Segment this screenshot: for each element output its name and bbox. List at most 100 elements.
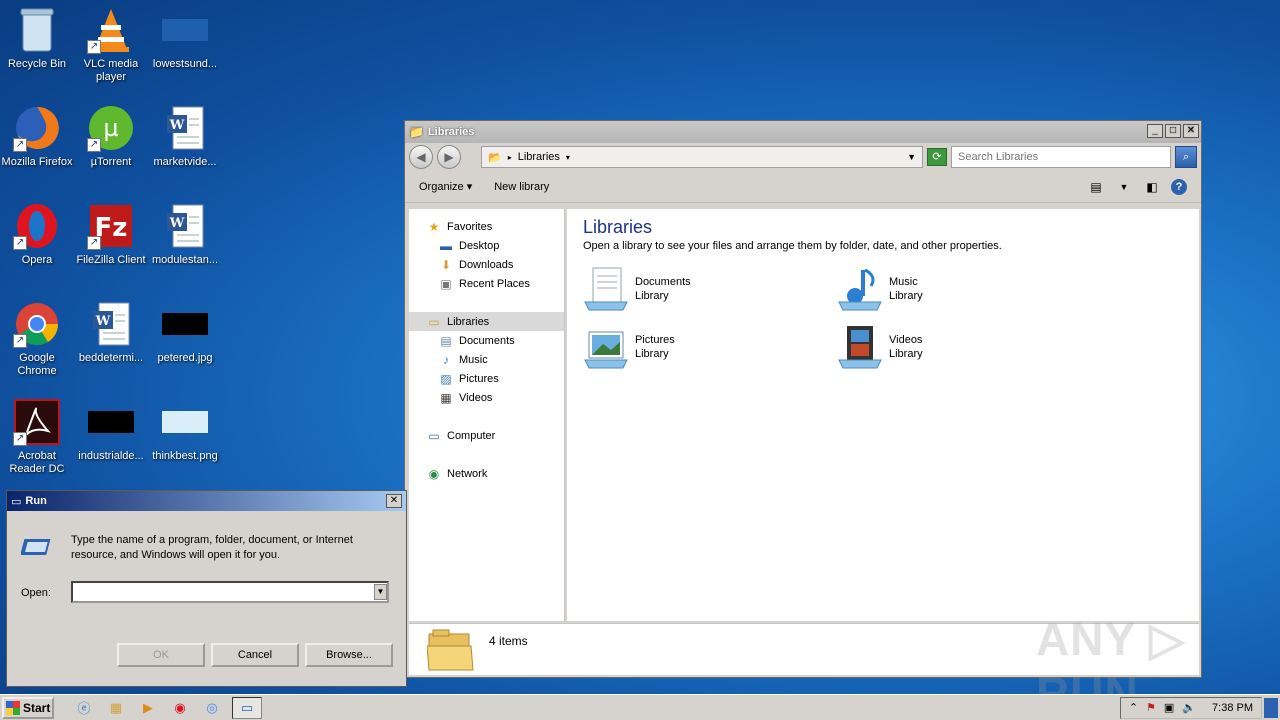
breadcrumb-arrow-icon[interactable]: ▸ bbox=[508, 153, 512, 162]
explorer-titlebar[interactable]: 📁 Libraries _ □ ✕ bbox=[405, 121, 1201, 143]
desktop-icon-chrome[interactable]: ↗ Google Chrome bbox=[0, 300, 74, 378]
desktop-icon-label: FileZilla Client bbox=[76, 254, 146, 266]
library-videos[interactable]: Videos Library bbox=[837, 324, 1091, 370]
run-titlebar[interactable]: ▭ Run bbox=[7, 491, 406, 511]
library-pictures[interactable]: Pictures Library bbox=[583, 324, 837, 370]
desktop-icon-marketvide[interactable]: W marketvide... bbox=[148, 104, 222, 169]
opera-taskbar-icon[interactable]: ◉ bbox=[168, 697, 192, 719]
breadcrumb-libraries[interactable]: Libraries bbox=[518, 151, 560, 163]
file-explorer-icon[interactable]: ▦ bbox=[104, 697, 128, 719]
network-tray-icon[interactable]: ▣ bbox=[1164, 701, 1174, 714]
command-bar: Organize ▾ New library ▤ ▼ ◧ ? bbox=[405, 171, 1201, 203]
desktop-icon-label: Opera bbox=[21, 254, 53, 266]
start-button[interactable]: Start bbox=[2, 696, 54, 719]
nav-music[interactable]: ♪ Music bbox=[409, 350, 564, 369]
library-name: Music bbox=[889, 276, 918, 288]
computer-icon: ▭ bbox=[428, 428, 440, 443]
nav-videos[interactable]: ▦ Videos bbox=[409, 388, 564, 407]
windows-logo-icon bbox=[6, 700, 20, 715]
change-view-icon[interactable]: ▤ bbox=[1087, 179, 1105, 195]
videos-library-icon bbox=[837, 324, 883, 370]
chrome-icon: ↗ bbox=[13, 300, 61, 348]
library-grid: Documents Library Music Library Pictures Li… bbox=[583, 266, 1183, 370]
vlc-icon: ↗ bbox=[87, 6, 135, 54]
nav-recent-places[interactable]: ▣ Recent Places bbox=[409, 274, 564, 293]
chevron-down-icon[interactable]: ▾ bbox=[566, 153, 570, 162]
desktop-icon-opera[interactable]: ↗ Opera bbox=[0, 202, 74, 267]
ok-button[interactable]: OK bbox=[117, 643, 205, 667]
clock[interactable]: 7:38 PM bbox=[1212, 702, 1253, 714]
explorer-window: 📁 Libraries _ □ ✕ ◀ ▶ 📂 ▸ Libraries ▾ ▼ … bbox=[404, 120, 1202, 678]
minimize-button[interactable]: _ bbox=[1147, 124, 1163, 138]
open-input[interactable] bbox=[71, 581, 389, 603]
nav-documents[interactable]: ▤ Documents bbox=[409, 331, 564, 350]
desktop-icon-filezilla[interactable]: Fz ↗ FileZilla Client bbox=[74, 202, 148, 267]
library-type: Library bbox=[889, 348, 923, 360]
page-title: Libraries bbox=[583, 217, 653, 237]
nav-libraries[interactable]: ▭ Libraries bbox=[409, 312, 564, 331]
acrobat-icon: ↗ bbox=[13, 398, 61, 446]
search-button[interactable]: ⌕ bbox=[1175, 146, 1197, 168]
desktop-icon-utorrent[interactable]: µ ↗ µTorrent bbox=[74, 104, 148, 169]
network-icon: ◉ bbox=[428, 466, 440, 481]
close-button[interactable]: ✕ bbox=[1183, 124, 1199, 138]
browse-button[interactable]: Browse... bbox=[305, 643, 393, 667]
nav-network[interactable]: ◉ Network bbox=[409, 464, 564, 483]
nav-pictures[interactable]: ▨ Pictures bbox=[409, 369, 564, 388]
show-hidden-icons-icon[interactable]: ⌃ bbox=[1129, 701, 1138, 714]
search-input[interactable] bbox=[951, 146, 1171, 168]
nav-desktop[interactable]: ▬ Desktop bbox=[409, 236, 564, 255]
desktop-icon-label: modulestan... bbox=[151, 254, 219, 266]
help-icon[interactable]: ? bbox=[1171, 178, 1187, 195]
back-button[interactable]: ◀ bbox=[409, 145, 433, 169]
word-doc-icon: W bbox=[87, 300, 135, 348]
desktop-icon-petered[interactable]: petered.jpg bbox=[148, 300, 222, 365]
desktop-icon-recycle-bin[interactable]: Recycle Bin bbox=[0, 6, 74, 71]
cancel-button[interactable]: Cancel bbox=[211, 643, 299, 667]
desktop-icon-beddetermi[interactable]: W beddetermi... bbox=[74, 300, 148, 365]
desktop-icon-label: marketvide... bbox=[153, 156, 217, 168]
chrome-taskbar-icon[interactable]: ◎ bbox=[200, 697, 224, 719]
desktop-icon-thinkbest[interactable]: thinkbest.png bbox=[148, 398, 222, 463]
image-file-icon bbox=[161, 398, 209, 446]
show-desktop-button[interactable] bbox=[1264, 697, 1278, 718]
image-file-icon bbox=[161, 6, 209, 54]
maximize-button[interactable]: □ bbox=[1165, 124, 1181, 138]
desktop-icon-firefox[interactable]: ↗ Mozilla Firefox bbox=[0, 104, 74, 169]
desktop-icon-acrobat[interactable]: ↗ Acrobat Reader DC bbox=[0, 398, 74, 476]
run-dialog: ▭ Run ✕ Type the name of a program, fold… bbox=[6, 490, 407, 687]
library-music[interactable]: Music Library bbox=[837, 266, 1091, 312]
address-dropdown-icon[interactable]: ▼ bbox=[907, 152, 916, 162]
run-close-button[interactable]: ✕ bbox=[386, 494, 402, 508]
desktop-icon-vlc[interactable]: ↗ VLC media player bbox=[74, 6, 148, 84]
desktop-icon-label: petered.jpg bbox=[157, 352, 213, 364]
desktop-icon-label: Recycle Bin bbox=[7, 58, 67, 70]
nav-downloads[interactable]: ⬇ Downloads bbox=[409, 255, 564, 274]
desktop-icon-modulestan[interactable]: W modulestan... bbox=[148, 202, 222, 267]
media-player-icon[interactable]: ▶ bbox=[136, 697, 160, 719]
volume-icon[interactable]: 🔈 bbox=[1182, 701, 1196, 714]
desktop-icon: ▬ bbox=[440, 238, 452, 253]
refresh-button[interactable]: ⟳ bbox=[927, 148, 947, 166]
organize-button[interactable]: Organize ▾ bbox=[419, 180, 472, 193]
word-doc-icon: W bbox=[161, 104, 209, 152]
library-type: Library bbox=[889, 290, 923, 302]
desktop-icon-industrialde[interactable]: industrialde... bbox=[74, 398, 148, 463]
utorrent-icon: µ ↗ bbox=[87, 104, 135, 152]
pictures-library-icon bbox=[583, 324, 629, 370]
action-center-flag-icon[interactable]: ⚑ bbox=[1146, 701, 1156, 714]
view-options-chevron-icon[interactable]: ▼ bbox=[1115, 179, 1133, 195]
nav-favorites[interactable]: ★ Favorites bbox=[409, 217, 564, 236]
address-bar[interactable]: 📂 ▸ Libraries ▾ ▼ bbox=[481, 146, 923, 168]
shortcut-arrow-icon: ↗ bbox=[13, 236, 27, 250]
nav-computer[interactable]: ▭ Computer bbox=[409, 426, 564, 445]
run-taskbar-icon[interactable]: ▭ bbox=[232, 696, 262, 719]
open-dropdown-button[interactable]: ▼ bbox=[374, 584, 387, 600]
forward-button[interactable]: ▶ bbox=[437, 145, 461, 169]
library-documents[interactable]: Documents Library bbox=[583, 266, 837, 312]
desktop-icon-lowestsund[interactable]: lowestsund... bbox=[148, 6, 222, 71]
libraries-icon: 📂 bbox=[488, 151, 502, 164]
new-library-button[interactable]: New library bbox=[494, 181, 549, 193]
internet-explorer-icon[interactable]: ⓔ bbox=[72, 697, 96, 719]
preview-pane-icon[interactable]: ◧ bbox=[1143, 179, 1161, 195]
